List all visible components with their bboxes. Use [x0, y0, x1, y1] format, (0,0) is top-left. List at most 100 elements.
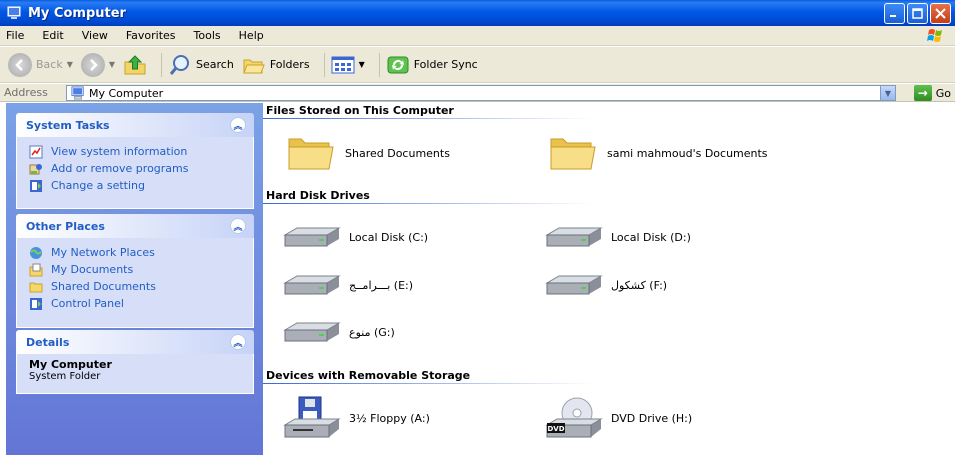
- other-places-panel: Other Places ︽ My Network Places My Docu…: [16, 214, 254, 328]
- place-my-documents[interactable]: My Documents: [29, 261, 243, 278]
- task-add-remove-programs[interactable]: Add or remove programs: [29, 160, 243, 177]
- chevron-down-icon: ▼: [884, 88, 892, 98]
- other-places-title: Other Places: [26, 219, 105, 233]
- up-button[interactable]: [123, 53, 147, 77]
- my-documents-icon: [29, 263, 43, 276]
- network-places-icon: [30, 246, 42, 259]
- folder-icon: [29, 282, 43, 292]
- place-control-panel[interactable]: Control Panel: [29, 295, 243, 312]
- back-arrow-icon: [8, 52, 32, 77]
- maximize-icon: [912, 8, 923, 19]
- forward-button[interactable]: ▼: [80, 52, 115, 77]
- menu-favorites[interactable]: Favorites: [126, 29, 176, 42]
- group-header: Hard Disk Drives: [266, 189, 370, 202]
- task-label: Change a setting: [51, 179, 145, 192]
- hard-disk-icon: [545, 275, 603, 295]
- item-disk-f[interactable]: كشكول (F:): [545, 273, 667, 297]
- folders-icon: [243, 59, 265, 73]
- item-disk-e[interactable]: بـــرامــج (E:): [283, 273, 413, 297]
- item-label: كشكول (F:): [611, 278, 668, 292]
- close-button[interactable]: [930, 3, 951, 24]
- menu-tools[interactable]: Tools: [194, 29, 221, 42]
- item-shared-documents[interactable]: Shared Documents: [285, 133, 450, 173]
- address-value: My Computer: [89, 86, 164, 100]
- go-arrow-icon: →: [913, 85, 932, 101]
- go-label: Go: [935, 86, 951, 100]
- views-button[interactable]: ▼: [331, 55, 365, 75]
- item-label: منوع (G:): [349, 325, 395, 339]
- go-button[interactable]: → Go: [913, 85, 951, 101]
- item-local-disk-d[interactable]: Local Disk (D:): [545, 225, 691, 249]
- hard-disk-icon: [283, 322, 341, 342]
- menu-view[interactable]: View: [82, 29, 108, 42]
- place-label: Control Panel: [51, 297, 124, 310]
- place-label: Shared Documents: [51, 280, 156, 293]
- details-header[interactable]: Details ︽: [16, 330, 254, 354]
- menu-edit[interactable]: Edit: [42, 29, 63, 42]
- menu-help[interactable]: Help: [239, 29, 264, 42]
- chevron-down-icon[interactable]: ▼: [109, 60, 115, 69]
- task-label: Add or remove programs: [51, 162, 189, 175]
- item-disk-g[interactable]: منوع (G:): [283, 320, 395, 344]
- collapse-icon[interactable]: ︽: [230, 117, 246, 133]
- details-name: My Computer: [29, 358, 112, 371]
- item-local-disk-c[interactable]: Local Disk (C:): [283, 225, 428, 249]
- item-floppy-a[interactable]: 3½ Floppy (A:): [283, 395, 430, 441]
- address-bar: Address My Computer ▼ → Go: [0, 84, 955, 102]
- folder-sync-label: Folder Sync: [413, 58, 478, 71]
- task-label: View system information: [51, 145, 188, 158]
- title-bar[interactable]: My Computer: [0, 0, 955, 26]
- minimize-button[interactable]: [884, 3, 905, 24]
- task-view-system-information[interactable]: View system information: [29, 143, 243, 160]
- back-button[interactable]: Back ▼: [8, 52, 73, 77]
- folders-button[interactable]: Folders: [242, 53, 310, 77]
- address-input[interactable]: My Computer ▼: [66, 85, 896, 101]
- other-places-header[interactable]: Other Places ︽: [16, 214, 254, 238]
- control-panel-icon: [30, 297, 42, 310]
- sync-icon: [387, 56, 409, 73]
- place-label: My Documents: [51, 263, 134, 276]
- address-label: Address: [4, 86, 48, 99]
- forward-arrow-icon: [80, 52, 105, 77]
- place-shared-documents[interactable]: Shared Documents: [29, 278, 243, 295]
- window-title: My Computer: [28, 5, 126, 21]
- hard-disk-icon: [283, 227, 341, 247]
- system-tasks-panel: System Tasks ︽ View system information A…: [16, 113, 254, 209]
- chevron-down-icon[interactable]: ▼: [359, 60, 365, 69]
- folder-sync-button[interactable]: Folder Sync: [386, 54, 478, 76]
- place-label: My Network Places: [51, 246, 155, 259]
- system-tasks-header[interactable]: System Tasks ︽: [16, 113, 254, 137]
- item-label: Local Disk (D:): [611, 230, 691, 244]
- system-tasks-title: System Tasks: [26, 118, 110, 132]
- item-sami-documents[interactable]: sami mahmoud's Documents: [547, 133, 768, 173]
- views-icon: [331, 56, 355, 73]
- hard-disk-icon: [283, 275, 341, 295]
- search-button[interactable]: Search: [168, 53, 234, 77]
- menu-file[interactable]: File: [6, 29, 24, 42]
- address-dropdown-button[interactable]: ▼: [880, 86, 895, 100]
- windows-logo-icon: [927, 29, 942, 42]
- item-label: Local Disk (C:): [349, 230, 429, 244]
- group-header: Files Stored on This Computer: [266, 104, 454, 117]
- svg-text:DVD: DVD: [547, 425, 564, 433]
- details-type: System Folder: [29, 371, 101, 382]
- task-change-setting[interactable]: Change a setting: [29, 177, 243, 194]
- search-icon: [169, 54, 190, 75]
- computer-icon: [71, 86, 84, 100]
- item-dvd-h[interactable]: DVD DVD Drive (H:): [545, 395, 692, 441]
- item-label: Shared Documents: [345, 146, 450, 160]
- place-my-network-places[interactable]: My Network Places: [29, 244, 243, 261]
- folders-label: Folders: [269, 58, 310, 71]
- folder-icon: [288, 138, 334, 170]
- item-label: 3½ Floppy (A:): [349, 411, 430, 425]
- system-info-icon: [29, 145, 43, 158]
- collapse-icon[interactable]: ︽: [230, 334, 246, 350]
- back-label: Back: [36, 58, 63, 71]
- chevron-down-icon[interactable]: ▼: [67, 60, 73, 69]
- control-panel-icon: [30, 179, 42, 192]
- folder-up-icon: [124, 54, 146, 74]
- maximize-button[interactable]: [907, 3, 928, 24]
- item-label: بـــرامــج (E:): [349, 278, 414, 292]
- group-header: Devices with Removable Storage: [266, 369, 471, 382]
- collapse-icon[interactable]: ︽: [230, 218, 246, 234]
